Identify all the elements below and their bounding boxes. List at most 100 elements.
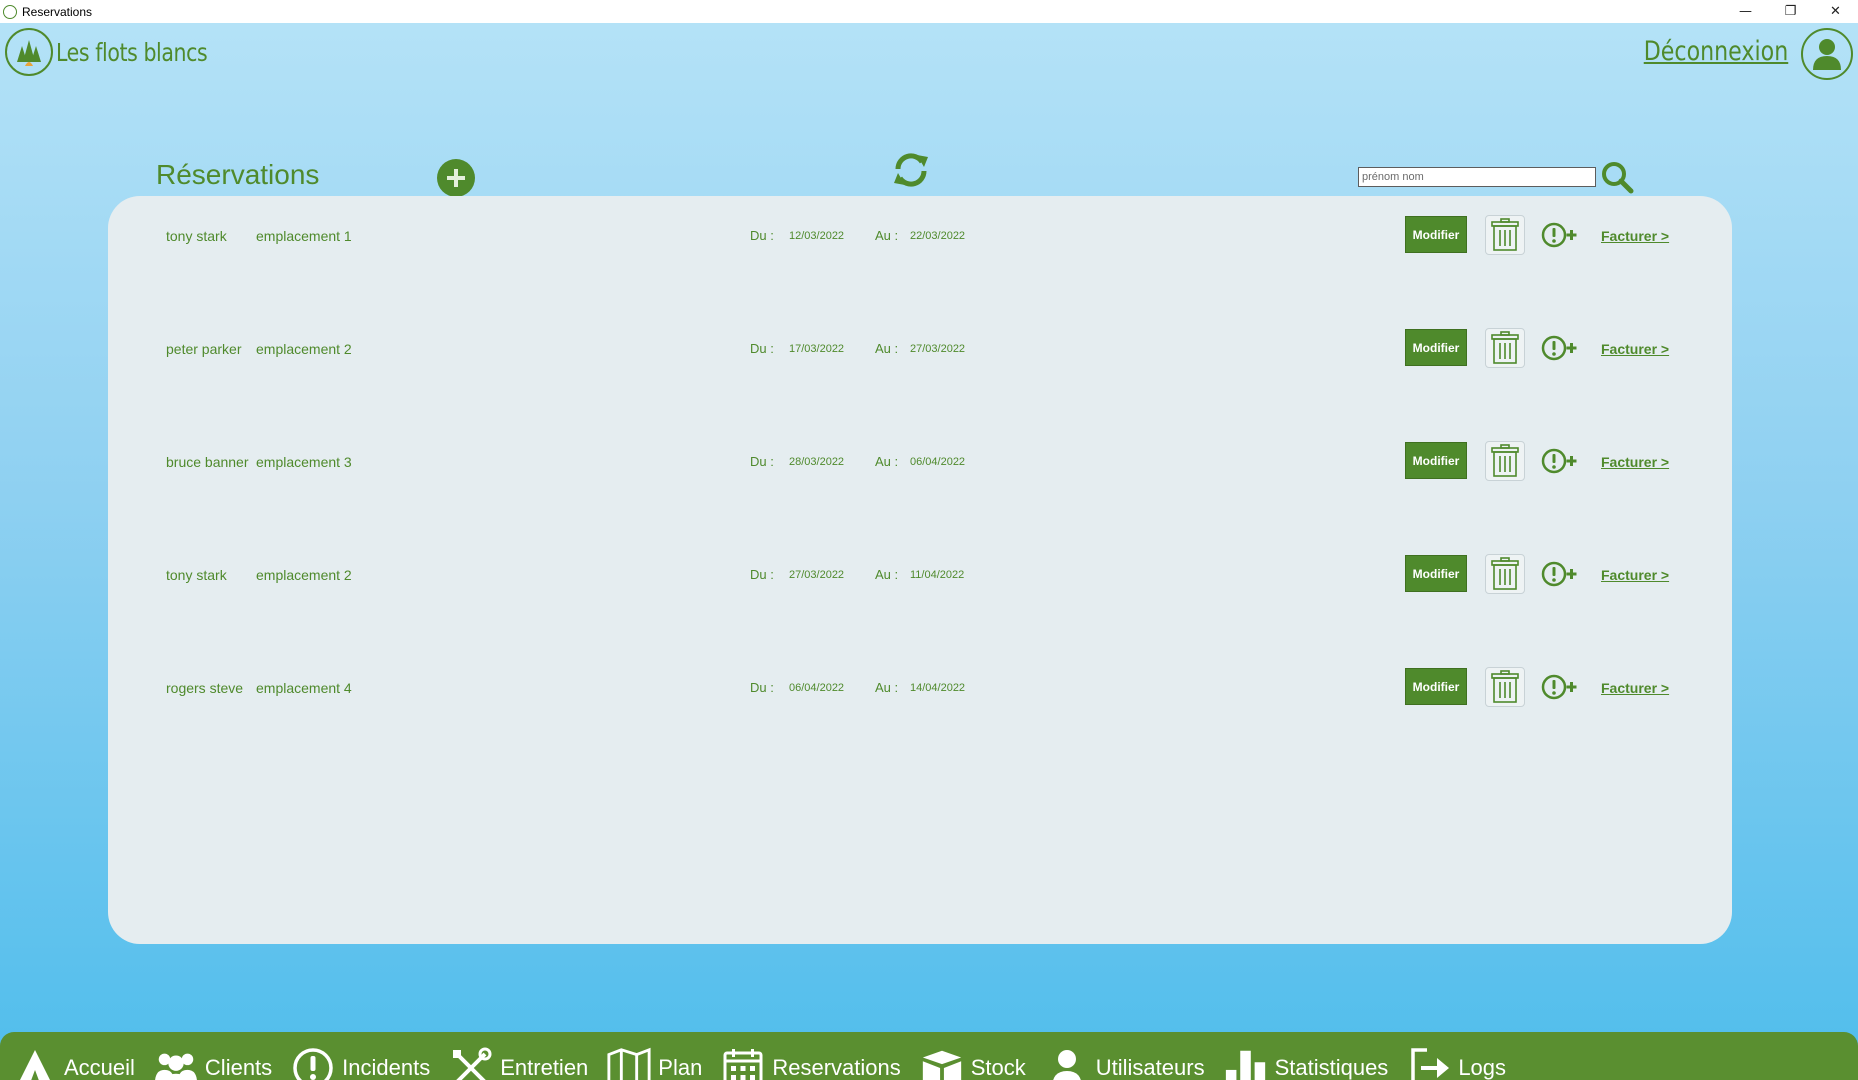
to-date: 11/04/2022 xyxy=(910,569,965,581)
edit-button[interactable]: Modifier xyxy=(1405,668,1467,705)
restore-button[interactable]: ❐ xyxy=(1768,0,1813,23)
add-reservation-button[interactable] xyxy=(437,159,475,197)
alert-plus-icon xyxy=(1541,448,1577,474)
to-date: 06/04/2022 xyxy=(910,456,966,468)
add-incident-button[interactable] xyxy=(1541,219,1581,251)
nav-item-logs[interactable]: Logs xyxy=(1406,1032,1506,1080)
site-name: emplacement 2 xyxy=(256,567,352,583)
bill-link[interactable]: Facturer > xyxy=(1601,228,1669,244)
refresh-icon xyxy=(894,153,928,187)
alert-plus-icon xyxy=(1541,561,1577,587)
delete-button[interactable] xyxy=(1485,441,1525,481)
reservation-row: bruce banner emplacement 3 Du : 28/03/20… xyxy=(108,441,1732,481)
edit-button[interactable]: Modifier xyxy=(1405,329,1467,366)
edit-button[interactable]: Modifier xyxy=(1405,555,1467,592)
nav-label: Logs xyxy=(1458,1054,1507,1080)
alert-plus-icon xyxy=(1541,335,1577,361)
window-title: Reservations xyxy=(22,4,93,19)
bar-chart-icon xyxy=(1223,1045,1269,1080)
exit-icon xyxy=(1406,1045,1452,1080)
minimize-button[interactable]: — xyxy=(1723,0,1768,23)
page-title: Réservations xyxy=(156,159,320,190)
to-label: Au : xyxy=(875,567,899,582)
search-input[interactable] xyxy=(1358,167,1596,187)
from-date: 28/03/2022 xyxy=(789,456,845,468)
delete-button[interactable] xyxy=(1485,328,1525,368)
add-incident-button[interactable] xyxy=(1541,332,1581,364)
reservation-row: tony stark emplacement 2 Du : 27/03/2022… xyxy=(108,554,1732,594)
from-label: Du : xyxy=(750,567,774,582)
nav-label: Incidents xyxy=(342,1054,431,1080)
site-name: emplacement 1 xyxy=(256,228,352,244)
nav-item-clients[interactable]: Clients xyxy=(153,1032,272,1080)
calendar-icon xyxy=(720,1045,766,1080)
from-label: Du : xyxy=(750,454,774,469)
user-avatar-icon[interactable] xyxy=(1801,28,1853,80)
delete-button[interactable] xyxy=(1485,554,1525,594)
delete-button[interactable] xyxy=(1485,667,1525,707)
logout-link[interactable]: Déconnexion xyxy=(1643,36,1788,67)
bill-link[interactable]: Facturer > xyxy=(1601,454,1669,470)
brand-logo: Les flots blancs xyxy=(5,28,240,76)
trash-icon xyxy=(1491,331,1519,364)
search-button[interactable] xyxy=(1600,160,1634,194)
nav-label: Utilisateurs xyxy=(1095,1054,1205,1080)
edit-button[interactable]: Modifier xyxy=(1405,442,1467,479)
to-label: Au : xyxy=(875,228,899,243)
window-controls: — ❐ ✕ xyxy=(1723,0,1858,23)
nav-label: Statistiques xyxy=(1274,1054,1389,1080)
client-name: bruce banner xyxy=(166,454,249,470)
trash-icon xyxy=(1491,444,1519,477)
from-label: Du : xyxy=(750,341,774,356)
nav-item-accueil[interactable]: Accueil xyxy=(12,1032,135,1080)
search-icon xyxy=(1602,162,1634,194)
nav-item-entretien[interactable]: Entretien xyxy=(448,1032,588,1080)
nav-item-plan[interactable]: Plan xyxy=(606,1032,702,1080)
nav-item-incidents[interactable]: Incidents xyxy=(290,1032,430,1080)
from-date: 06/04/2022 xyxy=(789,682,845,694)
nav-item-statistiques[interactable]: Statistiques xyxy=(1223,1032,1389,1080)
edit-button[interactable]: Modifier xyxy=(1405,216,1467,253)
add-incident-button[interactable] xyxy=(1541,671,1581,703)
client-name: peter parker xyxy=(166,341,242,357)
bill-link[interactable]: Facturer > xyxy=(1601,341,1669,357)
from-label: Du : xyxy=(750,228,774,243)
from-date: 12/03/2022 xyxy=(789,230,845,242)
nav-label: Plan xyxy=(658,1054,703,1080)
refresh-button[interactable] xyxy=(890,149,932,191)
to-date: 27/03/2022 xyxy=(910,343,966,355)
alert-circle-icon xyxy=(290,1045,336,1080)
plus-icon xyxy=(447,169,465,187)
tools-icon xyxy=(448,1045,494,1080)
site-name: emplacement 2 xyxy=(256,341,352,357)
nav-item-stock[interactable]: Stock xyxy=(919,1032,1026,1080)
client-name: tony stark xyxy=(166,228,227,244)
alert-plus-icon xyxy=(1541,674,1577,700)
to-label: Au : xyxy=(875,680,899,695)
delete-button[interactable] xyxy=(1485,215,1525,255)
to-date: 14/04/2022 xyxy=(910,682,966,694)
boxes-icon xyxy=(919,1045,965,1080)
bill-link[interactable]: Facturer > xyxy=(1601,680,1669,696)
to-label: Au : xyxy=(875,454,899,469)
users-icon xyxy=(153,1045,199,1080)
to-date: 22/03/2022 xyxy=(910,230,966,242)
user-icon xyxy=(1044,1045,1090,1080)
brand-name: Les flots blancs xyxy=(56,37,208,67)
trash-icon xyxy=(1491,557,1519,590)
bottom-nav: Accueil Clients Incidents Entretien Plan xyxy=(0,1032,1858,1080)
add-incident-button[interactable] xyxy=(1541,445,1581,477)
app-logo-icon xyxy=(3,4,17,19)
nav-label: Accueil xyxy=(64,1054,135,1080)
nav-label: Clients xyxy=(204,1054,273,1080)
nav-label: Stock xyxy=(970,1054,1026,1080)
nav-item-reservations[interactable]: Reservations xyxy=(720,1032,901,1080)
close-button[interactable]: ✕ xyxy=(1813,0,1858,23)
nav-label: Reservations xyxy=(772,1054,901,1080)
bill-link[interactable]: Facturer > xyxy=(1601,567,1669,583)
site-name: emplacement 4 xyxy=(256,680,352,696)
nav-item-utilisateurs[interactable]: Utilisateurs xyxy=(1044,1032,1205,1080)
reservation-row: tony stark emplacement 1 Du : 12/03/2022… xyxy=(108,215,1732,255)
add-incident-button[interactable] xyxy=(1541,558,1581,590)
from-date: 17/03/2022 xyxy=(789,343,845,355)
